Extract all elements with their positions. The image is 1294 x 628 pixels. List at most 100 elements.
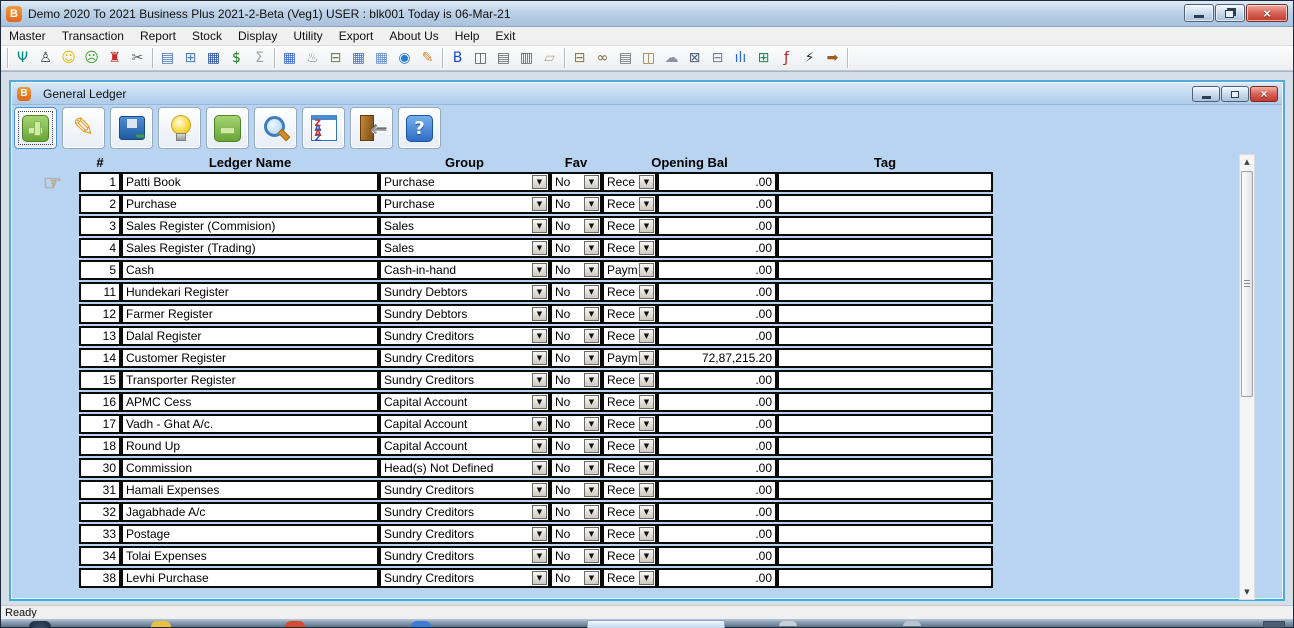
- dropdown-arrow-icon[interactable]: ▼: [532, 527, 547, 541]
- dropdown-arrow-icon[interactable]: ▼: [584, 527, 599, 541]
- dropdown-arrow-icon[interactable]: ▼: [639, 373, 654, 387]
- dropdown-arrow-icon[interactable]: ▼: [639, 439, 654, 453]
- cell-tag[interactable]: [777, 458, 993, 478]
- fav-select[interactable]: No ▼: [550, 458, 602, 478]
- cell-number[interactable]: 5: [79, 260, 121, 280]
- group-select[interactable]: Sundry Creditors ▼: [379, 370, 550, 390]
- taskbar-item[interactable]: [285, 621, 305, 627]
- cell-opening-bal[interactable]: .00: [657, 326, 777, 346]
- dropdown-arrow-icon[interactable]: ▼: [584, 197, 599, 211]
- cell-number[interactable]: 18: [79, 436, 121, 456]
- cell-opening-bal[interactable]: .00: [657, 524, 777, 544]
- cell-ledger-name[interactable]: Postage: [121, 524, 379, 544]
- cell-ledger-name[interactable]: Hamali Expenses: [121, 480, 379, 500]
- cell-opening-bal[interactable]: .00: [657, 304, 777, 324]
- spectacles-icon[interactable]: ∞: [591, 47, 614, 69]
- cell-tag[interactable]: [777, 370, 993, 390]
- group-select[interactable]: Head(s) Not Defined ▼: [379, 458, 550, 478]
- group-select[interactable]: Sales ▼: [379, 238, 550, 258]
- cell-ledger-name[interactable]: Hundekari Register: [121, 282, 379, 302]
- fav-select[interactable]: No ▼: [550, 414, 602, 434]
- cell-tag[interactable]: [777, 260, 993, 280]
- fav-select[interactable]: No ▼: [550, 282, 602, 302]
- cell-number[interactable]: 4: [79, 238, 121, 258]
- cell-number[interactable]: 14: [79, 348, 121, 368]
- dropdown-arrow-icon[interactable]: ▼: [639, 241, 654, 255]
- dropdown-arrow-icon[interactable]: ▼: [532, 395, 547, 409]
- cell-opening-bal[interactable]: .00: [657, 172, 777, 192]
- dropdown-arrow-icon[interactable]: ▼: [532, 483, 547, 497]
- menu-item-stock[interactable]: Stock: [184, 27, 230, 45]
- bar-chart-icon[interactable]: ılı: [729, 47, 752, 69]
- scrollbar-thumb[interactable]: [1241, 171, 1253, 397]
- cell-ledger-name[interactable]: Tolai Expenses: [121, 546, 379, 566]
- cell-ledger-name[interactable]: Sales Register (Trading): [121, 238, 379, 258]
- group-select[interactable]: Sales ▼: [379, 216, 550, 236]
- type-select[interactable]: Rece ▼: [602, 304, 657, 324]
- cell-ledger-name[interactable]: Round Up: [121, 436, 379, 456]
- dropdown-arrow-icon[interactable]: ▼: [639, 417, 654, 431]
- dropdown-arrow-icon[interactable]: ▼: [532, 505, 547, 519]
- database-export-icon[interactable]: ⊟: [568, 47, 591, 69]
- dropdown-arrow-icon[interactable]: ▼: [584, 219, 599, 233]
- cell-number[interactable]: 15: [79, 370, 121, 390]
- group-select[interactable]: Sundry Creditors ▼: [379, 546, 550, 566]
- type-select[interactable]: Rece ▼: [602, 392, 657, 412]
- dropdown-arrow-icon[interactable]: ▼: [584, 329, 599, 343]
- type-select[interactable]: Paym ▼: [602, 260, 657, 280]
- sad-face-icon[interactable]: ☹: [80, 47, 103, 69]
- cell-tag[interactable]: [777, 304, 993, 324]
- eraser-icon[interactable]: ▱: [538, 47, 561, 69]
- close-button[interactable]: ×: [1246, 4, 1288, 22]
- cell-tag[interactable]: [777, 436, 993, 456]
- cell-number[interactable]: 11: [79, 282, 121, 302]
- minimize-button[interactable]: [1184, 4, 1214, 22]
- dropdown-arrow-icon[interactable]: ▼: [532, 461, 547, 475]
- child-close-button[interactable]: ×: [1250, 86, 1278, 102]
- type-select[interactable]: Rece ▼: [602, 436, 657, 456]
- dropdown-arrow-icon[interactable]: ▼: [532, 571, 547, 585]
- cell-tag[interactable]: [777, 414, 993, 434]
- cell-number[interactable]: 38: [79, 568, 121, 588]
- magician-icon[interactable]: ♙: [34, 47, 57, 69]
- cell-number[interactable]: 30: [79, 458, 121, 478]
- cell-ledger-name[interactable]: Dalal Register: [121, 326, 379, 346]
- calculator-icon[interactable]: ⊞: [752, 47, 775, 69]
- fav-select[interactable]: No ▼: [550, 172, 602, 192]
- menu-item-utility[interactable]: Utility: [285, 27, 330, 45]
- cell-number[interactable]: 12: [79, 304, 121, 324]
- cell-tag[interactable]: [777, 216, 993, 236]
- table-icon[interactable]: ▦: [347, 47, 370, 69]
- group-select[interactable]: Sundry Creditors ▼: [379, 568, 550, 588]
- group-select[interactable]: Sundry Creditors ▼: [379, 326, 550, 346]
- app-titlebar[interactable]: B Demo 2020 To 2021 Business Plus 2021-2…: [1, 1, 1293, 27]
- cell-ledger-name[interactable]: Vadh - Ghat A/c.: [121, 414, 379, 434]
- dropdown-arrow-icon[interactable]: ▼: [584, 439, 599, 453]
- cell-opening-bal[interactable]: .00: [657, 546, 777, 566]
- scissors-icon[interactable]: ✂: [126, 47, 149, 69]
- dropdown-arrow-icon[interactable]: ▼: [584, 505, 599, 519]
- dropdown-arrow-icon[interactable]: ▼: [639, 285, 654, 299]
- cell-number[interactable]: 13: [79, 326, 121, 346]
- table-alt-icon[interactable]: ▦: [370, 47, 393, 69]
- dropdown-arrow-icon[interactable]: ▼: [584, 285, 599, 299]
- money-bag-icon[interactable]: $: [225, 47, 248, 69]
- group-select[interactable]: Sundry Creditors ▼: [379, 502, 550, 522]
- dropdown-arrow-icon[interactable]: ▼: [639, 549, 654, 563]
- cell-opening-bal[interactable]: 72,87,215.20: [657, 348, 777, 368]
- child-minimize-button[interactable]: [1192, 86, 1220, 102]
- menu-item-export[interactable]: Export: [331, 27, 382, 45]
- cell-tag[interactable]: [777, 480, 993, 500]
- type-select[interactable]: Rece ▼: [602, 326, 657, 346]
- group-select[interactable]: Sundry Debtors ▼: [379, 304, 550, 324]
- taskbar-tray[interactable]: [1263, 621, 1285, 628]
- cell-opening-bal[interactable]: .00: [657, 458, 777, 478]
- dropdown-arrow-icon[interactable]: ▼: [639, 461, 654, 475]
- dropdown-arrow-icon[interactable]: ▼: [639, 351, 654, 365]
- formula-icon[interactable]: Σ: [248, 47, 271, 69]
- dropdown-arrow-icon[interactable]: ▼: [639, 197, 654, 211]
- taskbar-active-item[interactable]: [587, 620, 725, 628]
- dropdown-arrow-icon[interactable]: ▼: [584, 373, 599, 387]
- taskbar-item[interactable]: [903, 621, 921, 626]
- type-select[interactable]: Rece ▼: [602, 502, 657, 522]
